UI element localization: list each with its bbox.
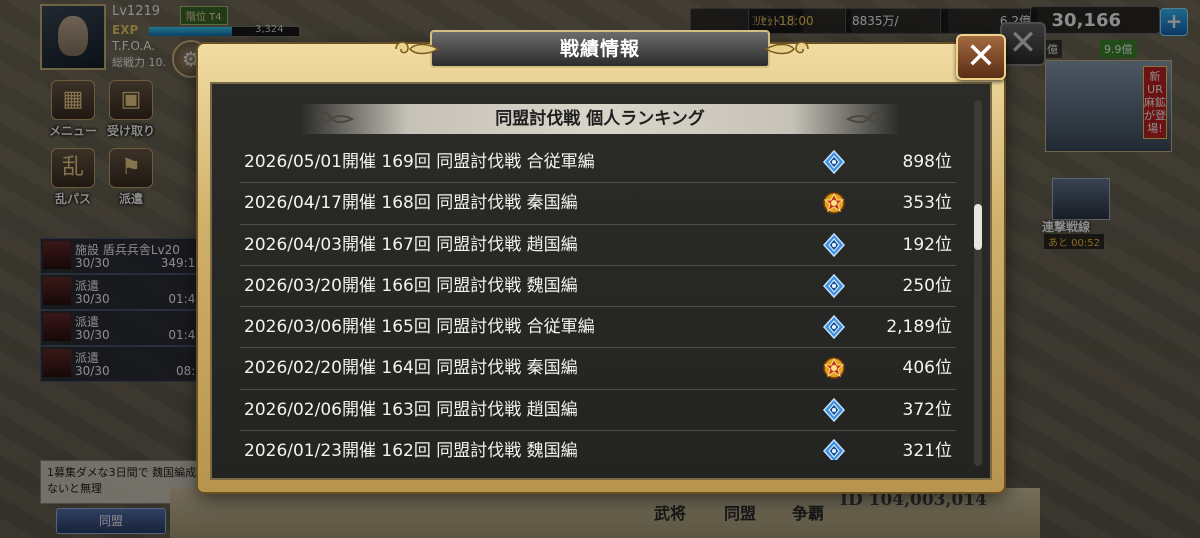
rank-value: 372位 [902,399,952,420]
ranking-row: 2026/02/06開催 163回 同盟討伐戦 趙国編 372位 [240,390,956,432]
event-description: 2026/04/03開催 167回 同盟討伐戦 趙国編 [244,234,578,255]
rank-medal-icon [822,150,846,174]
ranking-row: 2026/03/20開催 166回 同盟討伐戦 魏国編 250位 [240,266,956,308]
close-icon: ✕ [965,36,997,77]
scrollbar-track[interactable] [974,100,982,466]
ranking-row: 2026/03/06開催 165回 同盟討伐戦 合従軍編 2,189位 [240,307,956,349]
rank-value: 898位 [902,152,952,172]
rank-value: 250位 [902,275,952,296]
section-ornament-left-icon [315,111,355,123]
rank-value: 321位 [902,441,952,460]
ranking-list[interactable]: 2026/05/01開催 169回 同盟討伐戦 合従軍編 898位 2026/0… [240,142,956,460]
ranking-row: 2026/02/20開催 164回 同盟討伐戦 秦国編 406位 [240,348,956,390]
modal-title: 戦績情報 [559,38,640,60]
ranking-row: 2026/04/17開催 168回 同盟討伐戦 秦国編 353位 [240,183,956,225]
rank-medal-icon [822,315,846,340]
event-description: 2026/02/20開催 164回 同盟討伐戦 秦国編 [244,358,578,379]
event-description: 2026/03/06開催 165回 同盟討伐戦 合従軍編 [244,317,595,338]
ranking-row: 2026/05/01開催 169回 同盟討伐戦 合従軍編 898位 [240,142,956,184]
scrollbar-thumb[interactable] [974,204,982,250]
section-title: 同盟討伐戦 個人ランキング [300,104,900,134]
event-description: 2026/03/20開催 166回 同盟討伐戦 魏国編 [244,275,578,296]
rank-medal-icon [823,192,845,215]
ranking-row: 2026/01/23開催 162回 同盟討伐戦 魏国編 321位 [240,431,956,460]
ranking-row: 2026/04/03開催 167回 同盟討伐戦 趙国編 192位 [240,225,956,266]
rank-value: 192位 [902,234,952,255]
rank-value: 2,189位 [886,317,952,338]
section-ornament-right-icon [845,111,885,123]
rank-medal-icon [822,273,846,298]
rank-medal-icon [822,397,846,422]
rank-medal-icon [822,232,846,257]
rank-value: 406位 [902,358,952,379]
event-description: 2026/02/06開催 163回 同盟討伐戦 趙国編 [244,399,578,420]
rank-value: 353位 [902,193,952,214]
event-description: 2026/04/17開催 168回 同盟討伐戦 秦国編 [244,193,578,214]
event-description: 2026/05/01開催 169回 同盟討伐戦 合従軍編 [244,152,595,172]
event-description: 2026/01/23開催 162回 同盟討伐戦 魏国編 [244,441,578,460]
rank-medal-icon [823,357,845,380]
close-button[interactable]: ✕ [956,34,1006,80]
rank-medal-icon [822,439,846,460]
